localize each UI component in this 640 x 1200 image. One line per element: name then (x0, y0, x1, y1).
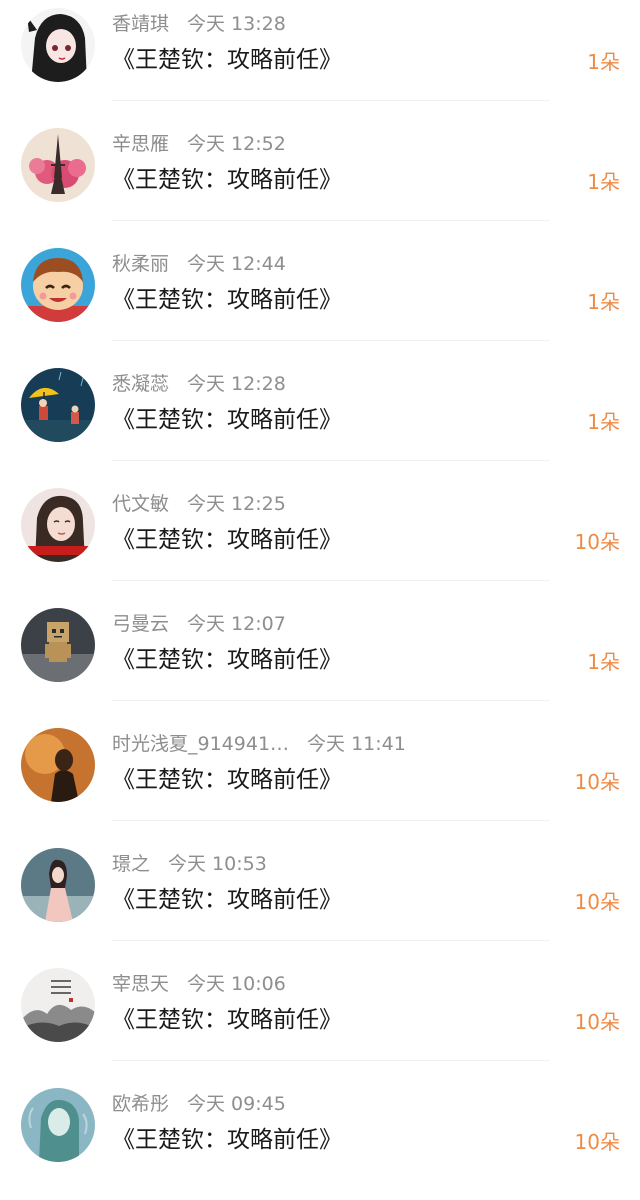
avatar[interactable] (21, 1088, 95, 1162)
gift-amount: 10朵 (574, 530, 620, 554)
divider (112, 580, 550, 581)
book-title[interactable]: 《王楚钦：攻略前任》 (112, 763, 342, 797)
divider (112, 460, 550, 461)
user-name[interactable]: 香靖琪 (112, 13, 169, 35)
divider (112, 340, 550, 341)
user-meta: 香靖琪 今天 13:28 (112, 10, 286, 38)
timestamp: 今天 13:28 (187, 13, 286, 35)
timestamp: 今天 12:52 (187, 133, 286, 155)
book-title[interactable]: 《王楚钦：攻略前任》 (112, 403, 342, 437)
avatar[interactable] (21, 848, 95, 922)
user-name[interactable]: 欧希彤 (112, 1093, 169, 1115)
dress-girl-avatar-image (21, 848, 95, 922)
book-title[interactable]: 《王楚钦：攻略前任》 (112, 643, 342, 677)
avatar[interactable] (21, 248, 95, 322)
book-title[interactable]: 《王楚钦：攻略前任》 (112, 283, 342, 317)
user-meta: 时光浅夏_914941… 今天 11:41 (112, 730, 406, 758)
avatar[interactable] (21, 968, 95, 1042)
gift-amount: 10朵 (574, 1010, 620, 1034)
user-meta: 欧希彤 今天 09:45 (112, 1090, 286, 1118)
user-name[interactable]: 代文敏 (112, 493, 169, 515)
list-item[interactable]: 宰思天 今天 10:06 《王楚钦：攻略前任》 10朵 (0, 960, 640, 1080)
user-name[interactable]: 辛思雁 (112, 133, 169, 155)
gift-records-list: 香靖琪 今天 13:28 《王楚钦：攻略前任》 1朵 辛思雁 今天 12:52 《王… (0, 0, 640, 1190)
user-name[interactable]: 宰思天 (112, 973, 169, 995)
cartoon-boy-avatar-image (21, 248, 95, 322)
timestamp: 今天 09:45 (187, 1093, 286, 1115)
user-meta: 悉凝蕊 今天 12:28 (112, 370, 286, 398)
eiffel-tower-avatar-image (21, 128, 95, 202)
list-item[interactable]: 辛思雁 今天 12:52 《王楚钦：攻略前任》 1朵 (0, 120, 640, 240)
ink-painting-avatar-image (21, 968, 95, 1042)
gift-amount: 1朵 (587, 290, 620, 314)
list-item[interactable]: 代文敏 今天 12:25 《王楚钦：攻略前任》 10朵 (0, 480, 640, 600)
user-name[interactable]: 悉凝蕊 (112, 373, 169, 395)
user-name[interactable]: 时光浅夏_914941… (112, 733, 289, 755)
book-title[interactable]: 《王楚钦：攻略前任》 (112, 1003, 342, 1037)
avatar[interactable] (21, 608, 95, 682)
avatar[interactable] (21, 8, 95, 82)
gift-amount: 10朵 (574, 770, 620, 794)
avatar[interactable] (21, 728, 95, 802)
timestamp: 今天 10:53 (168, 853, 267, 875)
user-meta: 宰思天 今天 10:06 (112, 970, 286, 998)
gift-amount: 1朵 (587, 170, 620, 194)
list-item[interactable]: 悉凝蕊 今天 12:28 《王楚钦：攻略前任》 1朵 (0, 360, 640, 480)
gift-amount: 10朵 (574, 890, 620, 914)
timestamp: 今天 11:41 (307, 733, 406, 755)
timestamp: 今天 10:06 (187, 973, 286, 995)
gift-amount: 1朵 (587, 50, 620, 74)
user-name[interactable]: 弓曼云 (112, 613, 169, 635)
timestamp: 今天 12:28 (187, 373, 286, 395)
user-name[interactable]: 秋柔丽 (112, 253, 169, 275)
book-title[interactable]: 《王楚钦：攻略前任》 (112, 883, 342, 917)
gift-amount: 1朵 (587, 410, 620, 434)
selfie-girl-avatar-image (21, 488, 95, 562)
timestamp: 今天 12:44 (187, 253, 286, 275)
list-item[interactable]: 弓曼云 今天 12:07 《王楚钦：攻略前任》 1朵 (0, 600, 640, 720)
list-item[interactable]: 欧希彤 今天 09:45 《王楚钦：攻略前任》 10朵 (0, 1080, 640, 1200)
list-item[interactable]: 秋柔丽 今天 12:44 《王楚钦：攻略前任》 1朵 (0, 240, 640, 360)
user-meta: 代文敏 今天 12:25 (112, 490, 286, 518)
user-meta: 辛思雁 今天 12:52 (112, 130, 286, 158)
gift-amount: 1朵 (587, 650, 620, 674)
rain-umbrella-avatar-image (21, 368, 95, 442)
divider (112, 700, 550, 701)
teal-girl-avatar-image (21, 1088, 95, 1162)
divider (112, 940, 550, 941)
list-item[interactable]: 璟之 今天 10:53 《王楚钦：攻略前任》 10朵 (0, 840, 640, 960)
user-meta: 秋柔丽 今天 12:44 (112, 250, 286, 278)
divider (112, 1060, 550, 1061)
timestamp: 今天 12:07 (187, 613, 286, 635)
avatar[interactable] (21, 368, 95, 442)
divider (112, 220, 550, 221)
gift-amount: 10朵 (574, 1130, 620, 1154)
book-title[interactable]: 《王楚钦：攻略前任》 (112, 1123, 342, 1157)
divider (112, 100, 550, 101)
user-meta: 弓曼云 今天 12:07 (112, 610, 286, 638)
user-name[interactable]: 璟之 (112, 853, 150, 875)
anime-girl-avatar-image (21, 8, 95, 82)
book-title[interactable]: 《王楚钦：攻略前任》 (112, 163, 342, 197)
avatar[interactable] (21, 128, 95, 202)
timestamp: 今天 12:25 (187, 493, 286, 515)
sunset-man-avatar-image (21, 728, 95, 802)
avatar[interactable] (21, 488, 95, 562)
list-item[interactable]: 香靖琪 今天 13:28 《王楚钦：攻略前任》 1朵 (0, 0, 640, 120)
divider (112, 820, 550, 821)
user-meta: 璟之 今天 10:53 (112, 850, 267, 878)
book-title[interactable]: 《王楚钦：攻略前任》 (112, 523, 342, 557)
list-item[interactable]: 时光浅夏_914941… 今天 11:41 《王楚钦：攻略前任》 10朵 (0, 720, 640, 840)
cardboard-robot-avatar-image (21, 608, 95, 682)
book-title[interactable]: 《王楚钦：攻略前任》 (112, 43, 342, 77)
